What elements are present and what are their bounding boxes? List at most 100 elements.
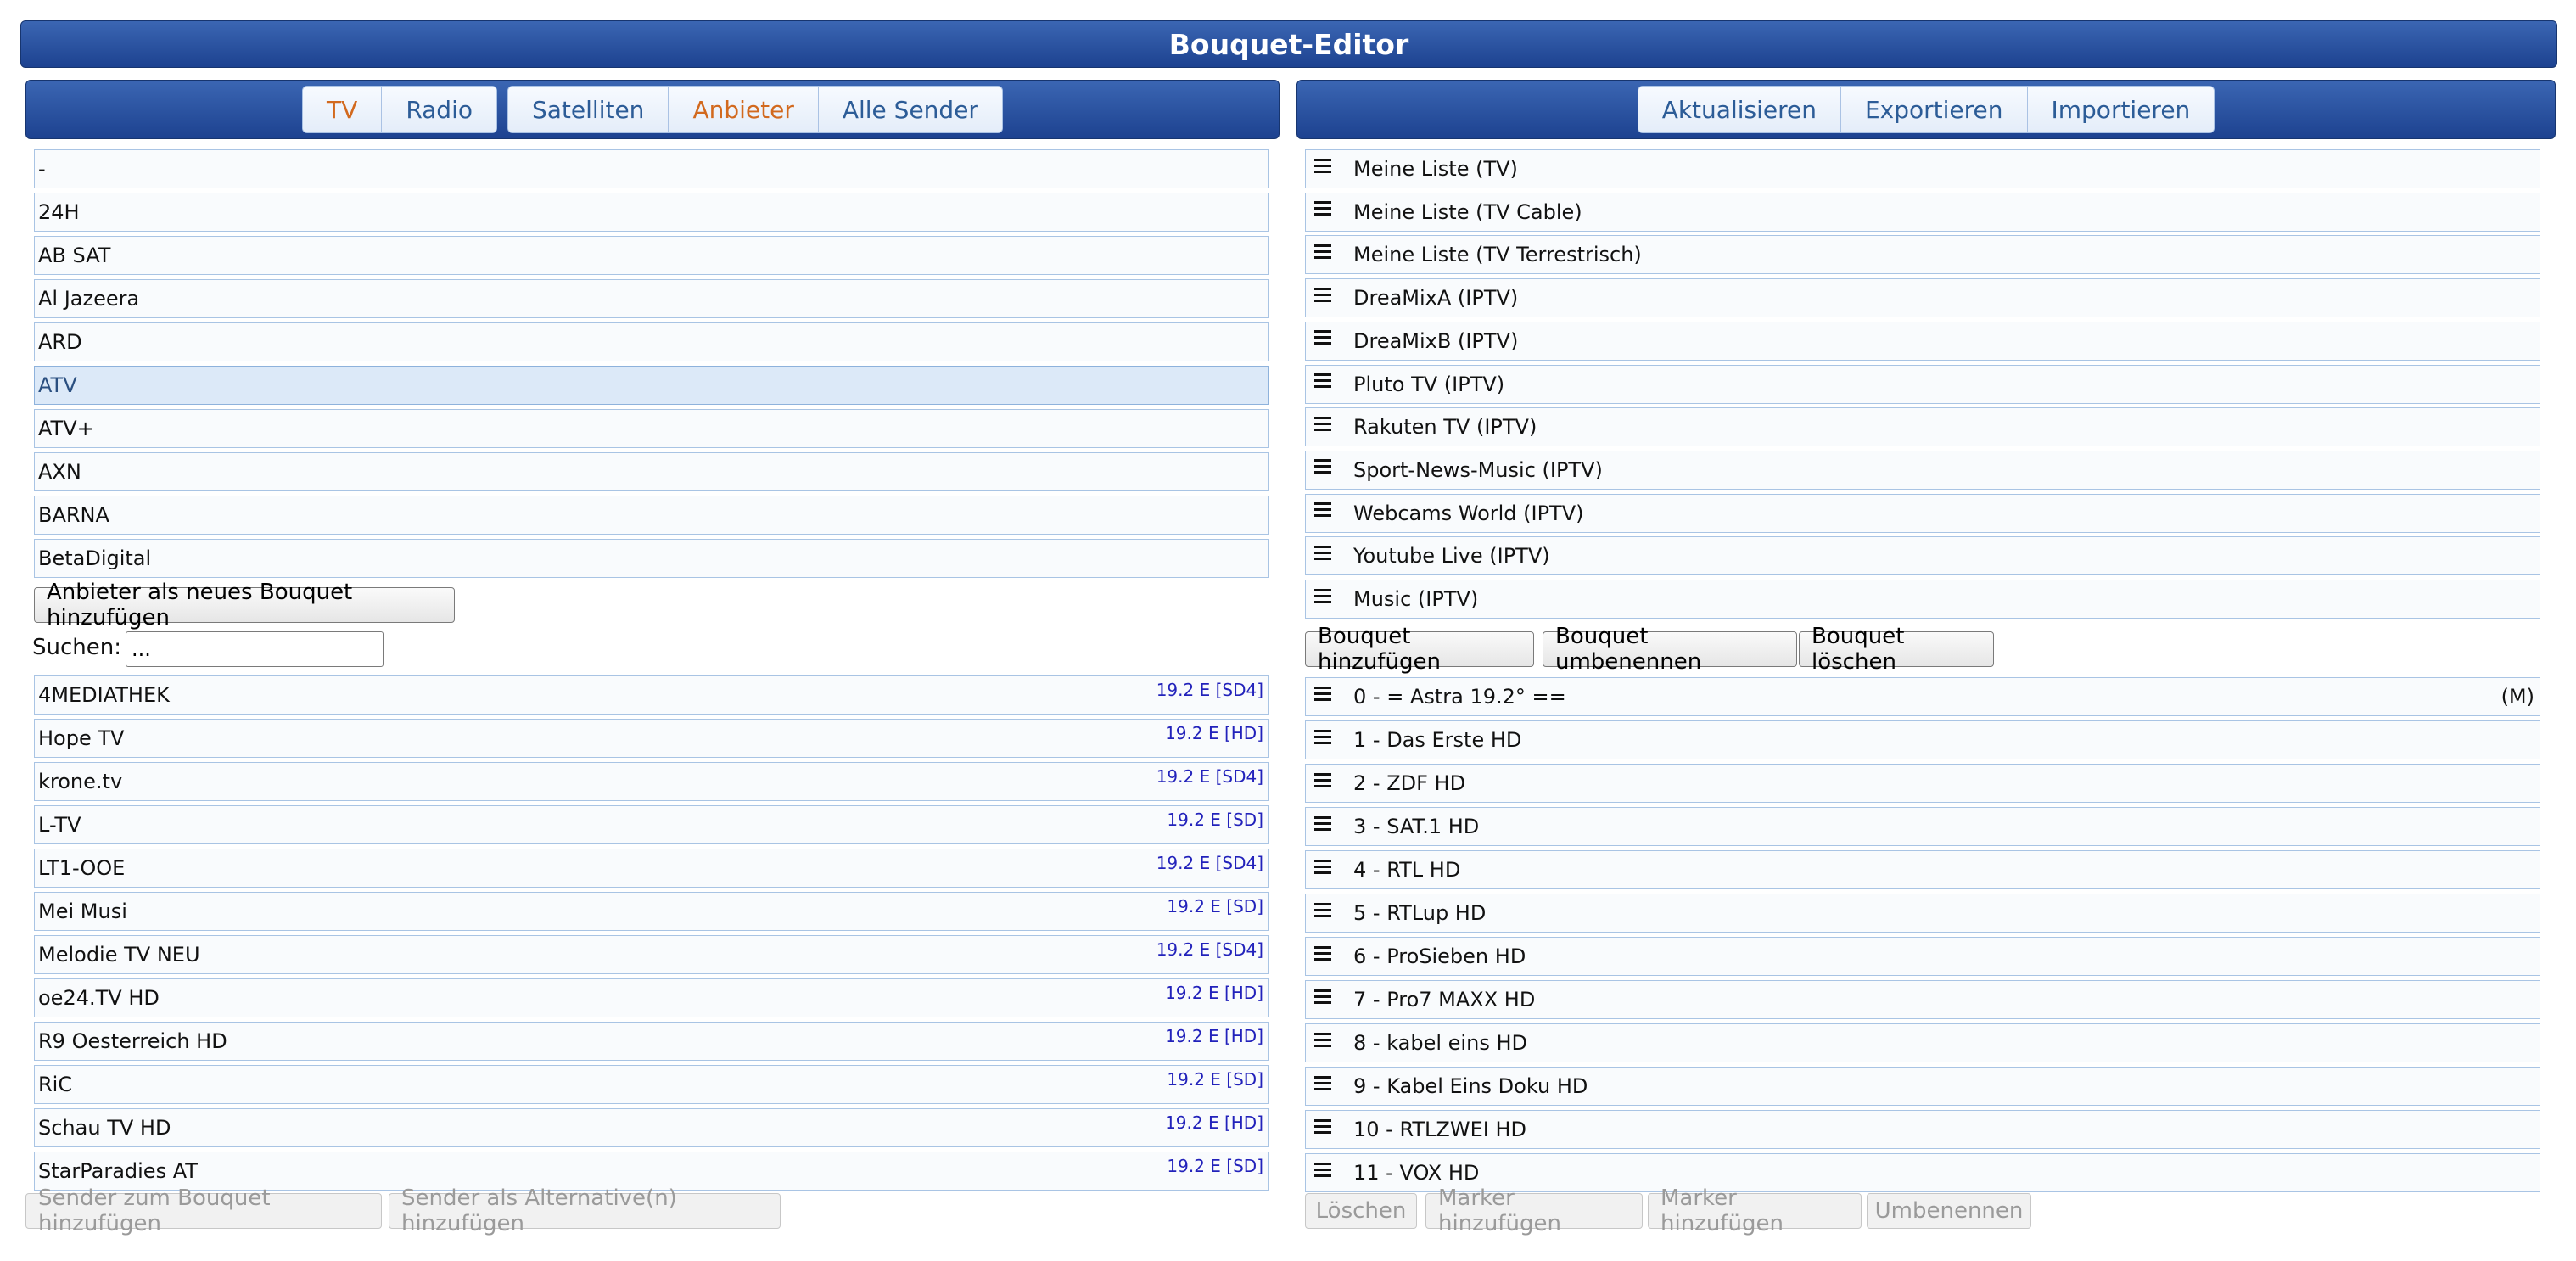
channel-name: Melodie TV NEU: [38, 943, 200, 967]
drag-handle-icon[interactable]: [1314, 588, 1335, 603]
bouquet-channel-item[interactable]: 3 - SAT.1 HD: [1305, 807, 2540, 846]
drag-handle-icon[interactable]: [1314, 772, 1335, 787]
add-channel-to-bouquet-button[interactable]: Sender zum Bouquet hinzufügen: [25, 1185, 382, 1236]
bouquet-channel-item[interactable]: 2 - ZDF HD: [1305, 764, 2540, 803]
tab-alle-sender[interactable]: Alle Sender: [817, 87, 1002, 132]
drag-handle-icon[interactable]: [1314, 416, 1335, 431]
drag-handle-icon[interactable]: [1314, 815, 1335, 831]
channel-item[interactable]: R9 Oesterreich HD 19.2 E [HD]: [34, 1022, 1269, 1061]
drag-handle-icon[interactable]: [1314, 902, 1335, 917]
bouquet-item[interactable]: Rakuten TV (IPTV): [1305, 407, 2540, 447]
drag-handle-icon[interactable]: [1314, 1075, 1335, 1090]
bouquet-channel-item[interactable]: 4 - RTL HD: [1305, 850, 2540, 889]
add-marker-button-2[interactable]: Marker hinzufügen: [1648, 1185, 1862, 1236]
aktualisieren-button[interactable]: Aktualisieren: [1638, 87, 1840, 132]
bouquet-channel-item[interactable]: 10 - RTLZWEI HD: [1305, 1110, 2540, 1149]
satellite-tag: 19.2 E [SD4]: [1156, 853, 1263, 873]
drag-handle-icon[interactable]: [1314, 287, 1335, 302]
add-bouquet-button[interactable]: Bouquet hinzufügen: [1305, 624, 1534, 675]
provider-item[interactable]: -: [34, 149, 1269, 188]
bouquet-item[interactable]: Webcams World (IPTV): [1305, 493, 2540, 533]
drag-handle-icon[interactable]: [1314, 1162, 1335, 1177]
add-provider-bouquet-button[interactable]: Anbieter als neues Bouquet hinzufügen: [34, 580, 455, 630]
bouquet-item[interactable]: Meine Liste (TV Cable): [1305, 192, 2540, 232]
delete-bouquet-button[interactable]: Bouquet löschen: [1799, 624, 1994, 675]
provider-label: BARNA: [38, 503, 109, 527]
channel-item[interactable]: RiC 19.2 E [SD]: [34, 1065, 1269, 1104]
bouquet-channel-label: 5 - RTLup HD: [1353, 901, 1487, 925]
drag-handle-icon[interactable]: [1314, 201, 1335, 216]
drag-handle-icon[interactable]: [1314, 729, 1335, 744]
provider-item[interactable]: Al Jazeera: [34, 279, 1269, 318]
tab-radio[interactable]: Radio: [381, 87, 496, 132]
delete-button[interactable]: Löschen: [1305, 1193, 1417, 1229]
bouquet-channel-item[interactable]: 9 - Kabel Eins Doku HD: [1305, 1067, 2540, 1106]
provider-item[interactable]: AXN: [34, 452, 1269, 491]
bouquet-label: DreaMixA (IPTV): [1353, 286, 1519, 311]
bouquet-label: Music (IPTV): [1353, 587, 1479, 611]
tab-satelliten[interactable]: Satelliten: [508, 87, 669, 132]
drag-handle-icon[interactable]: [1314, 158, 1335, 173]
drag-handle-icon[interactable]: [1314, 686, 1335, 701]
rename-bouquet-button[interactable]: Bouquet umbenennen: [1543, 624, 1797, 675]
channel-item[interactable]: Hope TV 19.2 E [HD]: [34, 719, 1269, 758]
bouquet-item[interactable]: Meine Liste (TV): [1305, 149, 2540, 188]
drag-handle-icon[interactable]: [1314, 545, 1335, 560]
bouquet-item[interactable]: DreaMixA (IPTV): [1305, 278, 2540, 318]
add-as-alternative-button[interactable]: Sender als Alternative(n) hinzufügen: [389, 1185, 781, 1236]
importieren-button[interactable]: Importieren: [2026, 87, 2215, 132]
bouquet-item[interactable]: DreaMixB (IPTV): [1305, 321, 2540, 361]
bouquet-channel-item[interactable]: 8 - kabel eins HD: [1305, 1023, 2540, 1062]
provider-item[interactable]: ATV: [34, 366, 1269, 405]
drag-handle-icon[interactable]: [1314, 502, 1335, 518]
drag-handle-icon[interactable]: [1314, 373, 1335, 388]
drag-handle-icon[interactable]: [1314, 459, 1335, 474]
drag-handle-icon[interactable]: [1314, 859, 1335, 874]
channel-item[interactable]: krone.tv 19.2 E [SD4]: [34, 762, 1269, 801]
bouquet-channel-item[interactable]: 1 - Das Erste HD: [1305, 720, 2540, 759]
channel-item[interactable]: Melodie TV NEU 19.2 E [SD4]: [34, 935, 1269, 974]
bouquet-channel-label: 4 - RTL HD: [1353, 858, 1461, 882]
drag-handle-icon[interactable]: [1314, 1118, 1335, 1134]
satellite-tag: 19.2 E [SD]: [1167, 1156, 1263, 1176]
exportieren-button[interactable]: Exportieren: [1840, 87, 2027, 132]
channel-item[interactable]: 4MEDIATHEK 19.2 E [SD4]: [34, 675, 1269, 715]
rename-button[interactable]: Umbenennen: [1867, 1193, 2031, 1229]
channel-item[interactable]: oe24.TV HD 19.2 E [HD]: [34, 978, 1269, 1017]
provider-item[interactable]: ARD: [34, 322, 1269, 361]
provider-item[interactable]: ATV+: [34, 409, 1269, 448]
drag-handle-icon[interactable]: [1314, 945, 1335, 961]
tab-anbieter[interactable]: Anbieter: [668, 87, 818, 132]
drag-handle-icon[interactable]: [1314, 1032, 1335, 1047]
bouquet-channel-label: 7 - Pro7 MAXX HD: [1353, 988, 1536, 1012]
provider-label: -: [38, 157, 46, 181]
drag-handle-icon[interactable]: [1314, 244, 1335, 259]
drag-handle-icon[interactable]: [1314, 989, 1335, 1004]
bouquet-channel-item[interactable]: 0 - = Astra 19.2° == (M): [1305, 677, 2540, 716]
satellite-tag: 19.2 E [SD]: [1167, 896, 1263, 916]
bouquet-channel-item[interactable]: 6 - ProSieben HD: [1305, 937, 2540, 976]
search-input[interactable]: [126, 631, 384, 667]
channel-item[interactable]: LT1-OOE 19.2 E [SD4]: [34, 849, 1269, 888]
add-marker-button[interactable]: Marker hinzufügen: [1425, 1185, 1643, 1236]
channel-item[interactable]: Schau TV HD 19.2 E [HD]: [34, 1108, 1269, 1147]
bouquet-item[interactable]: Pluto TV (IPTV): [1305, 364, 2540, 404]
bouquet-channel-item[interactable]: 7 - Pro7 MAXX HD: [1305, 980, 2540, 1019]
tab-tv[interactable]: TV: [303, 87, 382, 132]
bouquet-item[interactable]: Music (IPTV): [1305, 580, 2540, 619]
bouquet-item[interactable]: Youtube Live (IPTV): [1305, 536, 2540, 576]
bouquet-item[interactable]: Sport-News-Music (IPTV): [1305, 450, 2540, 490]
channel-name: Schau TV HD: [38, 1116, 171, 1140]
bouquet-channel-label: 10 - RTLZWEI HD: [1353, 1118, 1526, 1141]
channel-item[interactable]: L-TV 19.2 E [SD]: [34, 805, 1269, 844]
satellite-tag: 19.2 E [SD4]: [1156, 939, 1263, 960]
bouquet-item[interactable]: Meine Liste (TV Terrestrisch): [1305, 235, 2540, 275]
search-label: Suchen:: [32, 635, 121, 660]
provider-item[interactable]: BARNA: [34, 496, 1269, 535]
provider-item[interactable]: 24H: [34, 193, 1269, 232]
bouquet-channel-item[interactable]: 5 - RTLup HD: [1305, 894, 2540, 933]
provider-item[interactable]: BetaDigital: [34, 539, 1269, 578]
provider-item[interactable]: AB SAT: [34, 236, 1269, 275]
drag-handle-icon[interactable]: [1314, 330, 1335, 345]
channel-item[interactable]: Mei Musi 19.2 E [SD]: [34, 892, 1269, 931]
